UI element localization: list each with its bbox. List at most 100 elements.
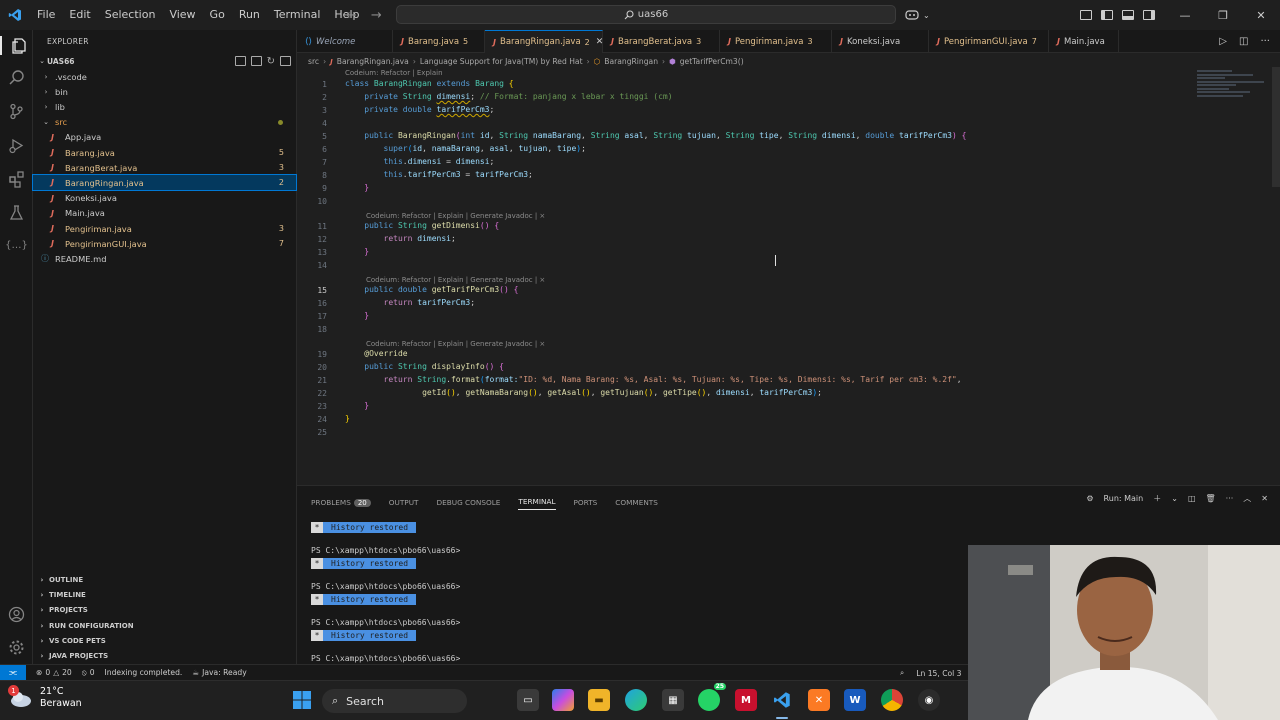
command-center-search[interactable]: uas66 xyxy=(396,5,896,24)
braces-icon[interactable]: {…} xyxy=(5,236,28,255)
mcafee-icon[interactable]: M xyxy=(735,689,757,711)
file-explorer-icon[interactable]: ▬ xyxy=(588,689,610,711)
zoom-search-icon[interactable]: ⌕ xyxy=(900,668,904,678)
breadcrumb-item[interactable]: getTarifPerCm3() xyxy=(680,57,744,66)
collapse-all-icon[interactable] xyxy=(280,56,291,66)
trash-icon[interactable]: 🗑 xyxy=(1206,494,1216,503)
menu-terminal[interactable]: Terminal xyxy=(267,0,328,30)
menu-selection[interactable]: Selection xyxy=(98,0,163,30)
panel-tab-problems[interactable]: PROBLEMS 20 xyxy=(311,498,371,507)
close-panel-icon[interactable]: ✕ xyxy=(1261,494,1268,503)
windows-start-icon[interactable] xyxy=(291,689,313,711)
tab-barangberat-java[interactable]: J BarangBerat.java 3 xyxy=(603,30,720,53)
terminal-run-label[interactable]: Run: Main xyxy=(1104,494,1144,503)
tab-pengiriman-java[interactable]: J Pengiriman.java 3 xyxy=(720,30,832,53)
sidebar-section-header[interactable]: › JAVA PROJECTS xyxy=(33,649,296,663)
menu-run[interactable]: Run xyxy=(232,0,267,30)
split-terminal-icon[interactable]: ◫ xyxy=(1188,494,1196,503)
store-icon[interactable]: ▦ xyxy=(662,689,684,711)
code-line[interactable]: private double tarifPerCm3; xyxy=(345,104,494,116)
tree-item[interactable]: › bin xyxy=(33,84,296,99)
copilot-app-icon[interactable] xyxy=(552,689,574,711)
terminal-prompt[interactable]: PS C:\xampp\htdocs\pbo66\uas66> xyxy=(311,654,460,663)
close-window-button[interactable]: ✕ xyxy=(1242,0,1280,30)
tree-item[interactable]: J Barang.java 5 xyxy=(33,145,296,160)
problems-status[interactable]: ⊗ 0 △ 20 xyxy=(36,668,72,677)
tree-item[interactable]: J Koneksi.java xyxy=(33,191,296,206)
sidebar-section-header[interactable]: › VS CODE PETS xyxy=(33,634,296,648)
tab-barang-java[interactable]: J Barang.java 5 xyxy=(393,30,485,53)
edge-browser-icon[interactable] xyxy=(625,689,647,711)
code-line[interactable]: public String getDimensi() { xyxy=(345,220,499,232)
whatsapp-icon[interactable]: 25 xyxy=(698,683,726,711)
tree-item[interactable]: J Main.java xyxy=(33,206,296,221)
breadcrumb-item[interactable]: Language Support for Java(TM) by Red Hat xyxy=(420,57,583,66)
panel-tab-debug-console[interactable]: DEBUG CONSOLE xyxy=(437,498,501,507)
code-line[interactable]: public String displayInfo() { xyxy=(345,361,504,373)
more-actions-icon[interactable]: ··· xyxy=(1226,494,1234,503)
code-editor[interactable]: 1 2 3 4 5 6 7 8 9 10 11 12 13 14 15 16 17 18 19 20 21 22 23 24 2… xyxy=(297,67,1280,485)
editor-scrollbar[interactable] xyxy=(1272,67,1280,187)
code-line[interactable]: super(id, namaBarang, asal, tujuan, tipe… xyxy=(345,143,586,155)
code-line[interactable]: this.tarifPerCm3 = tarifPerCm3; xyxy=(345,169,533,181)
new-terminal-icon[interactable]: ＋ xyxy=(1153,493,1161,504)
ports-status[interactable]: ⦸ 0 xyxy=(82,668,95,678)
tab-barangringan-java[interactable]: J BarangRingan.java 2 ✕ xyxy=(485,30,603,53)
testing-flask-icon[interactable] xyxy=(7,203,26,222)
customize-layout-icon[interactable] xyxy=(1080,10,1092,20)
tab-welcome[interactable]: ⟨⟩ Welcome xyxy=(297,30,393,53)
run-debug-icon[interactable] xyxy=(7,136,26,155)
panel-tab-ports[interactable]: PORTS xyxy=(574,498,598,507)
sidebar-section-header[interactable]: › OUTLINE xyxy=(33,573,296,587)
cursor-position[interactable]: Ln 15, Col 3 xyxy=(916,669,961,678)
tree-item[interactable]: J BarangBerat.java 3 xyxy=(33,160,296,175)
tab-main-java[interactable]: J Main.java xyxy=(1049,30,1119,53)
codelens-actions[interactable]: Codeium: Refactor | Explain | Generate J… xyxy=(366,276,545,284)
search-icon[interactable] xyxy=(7,68,26,87)
breadcrumb-item[interactable]: src xyxy=(308,57,319,66)
code-line[interactable]: } xyxy=(345,400,369,412)
code-line[interactable]: class BarangRingan extends Barang { xyxy=(345,78,514,90)
minimap[interactable] xyxy=(1197,70,1267,100)
taskbar-search[interactable]: ⌕ Search xyxy=(322,689,467,713)
chrome-icon[interactable] xyxy=(881,689,903,711)
panel-tab-comments[interactable]: COMMENTS xyxy=(615,498,658,507)
split-editor-icon[interactable]: ◫ xyxy=(1239,36,1248,47)
tree-item[interactable]: ⓘ README.md xyxy=(33,251,296,266)
code-line[interactable]: @Override xyxy=(345,348,407,360)
sidebar-section-header[interactable]: › TIMELINE xyxy=(33,588,296,602)
code-line[interactable]: return tarifPerCm3; xyxy=(345,297,476,309)
code-line[interactable]: } xyxy=(345,182,369,194)
tab-pengirimangui-java[interactable]: J PengirimanGUI.java 7 xyxy=(929,30,1049,53)
toggle-secondary-sidebar-icon[interactable] xyxy=(1143,10,1155,20)
back-arrow-icon[interactable]: ← xyxy=(346,8,357,23)
settings-gear-icon[interactable] xyxy=(7,638,26,657)
menu-go[interactable]: Go xyxy=(203,0,232,30)
menu-view[interactable]: View xyxy=(162,0,202,30)
code-line[interactable]: } xyxy=(345,246,369,258)
extensions-icon[interactable] xyxy=(7,170,26,189)
code-line[interactable]: this.dimensi = dimensi; xyxy=(345,156,495,168)
restore-button[interactable]: ❐ xyxy=(1204,0,1242,30)
code-line[interactable]: return dimensi; xyxy=(345,233,456,245)
codelens-actions[interactable]: Codeium: Refactor | Explain | Generate J… xyxy=(366,212,545,220)
terminal-prompt[interactable]: PS C:\xampp\htdocs\pbo66\uas66> xyxy=(311,618,460,627)
code-line[interactable]: private String dimensi; // Format: panja… xyxy=(345,91,672,103)
tree-item[interactable]: J BarangRingan.java 2 xyxy=(32,174,297,192)
task-view-icon[interactable]: ▭ xyxy=(517,689,539,711)
maximize-panel-icon[interactable]: ︿ xyxy=(1243,493,1251,504)
java-status[interactable]: ☕ Java: Ready xyxy=(192,668,246,677)
new-file-icon[interactable] xyxy=(234,56,246,66)
tree-item[interactable]: › .vscode xyxy=(33,69,296,84)
breadcrumb-item[interactable]: BarangRingan.java xyxy=(337,57,409,66)
code-line[interactable]: } xyxy=(345,310,369,322)
obs-record-icon[interactable]: ◉ xyxy=(918,689,940,711)
code-line[interactable]: return String.format(format:"ID: %d, Nam… xyxy=(345,374,962,386)
copilot-icon[interactable] xyxy=(905,9,919,21)
tree-item[interactable]: › lib xyxy=(33,99,296,114)
chevron-down-icon[interactable]: ⌄ xyxy=(923,11,930,20)
menu-file[interactable]: File xyxy=(30,0,62,30)
weather-widget[interactable]: 1 21°C Berawan xyxy=(8,685,82,711)
more-actions-icon[interactable]: ··· xyxy=(1260,36,1270,47)
run-play-icon[interactable]: ▷ xyxy=(1219,36,1227,47)
